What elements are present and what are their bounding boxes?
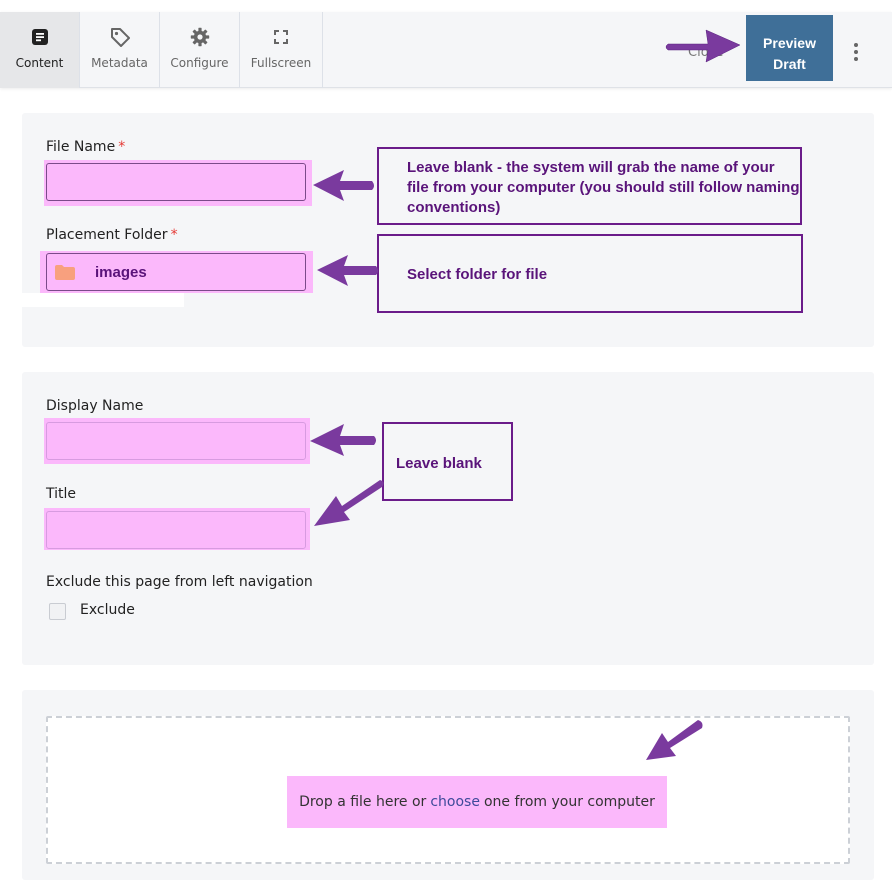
tab-content[interactable]: Content bbox=[0, 12, 80, 88]
callout-file-name: Leave blank - the system will grab the n… bbox=[377, 147, 802, 225]
required-marker: * bbox=[170, 227, 178, 243]
tag-icon bbox=[109, 26, 131, 48]
tab-configure[interactable]: Configure bbox=[160, 12, 240, 88]
fullscreen-icon bbox=[273, 26, 289, 48]
gear-icon bbox=[190, 26, 210, 48]
file-name-label: File Name * bbox=[46, 139, 126, 155]
folder-value: images bbox=[95, 264, 147, 281]
annotation-arrow-title bbox=[314, 480, 384, 526]
tab-fullscreen[interactable]: Fullscreen bbox=[240, 12, 323, 88]
dropzone-instructions: Drop a file here or choose one from your… bbox=[287, 776, 667, 828]
annotation-arrow-file-name bbox=[313, 170, 374, 201]
annotation-arrow-display-name bbox=[310, 424, 376, 456]
choose-file-link[interactable]: choose bbox=[430, 794, 480, 810]
kebab-menu-icon[interactable] bbox=[848, 40, 864, 64]
title-input[interactable] bbox=[46, 511, 306, 549]
overlay-strip bbox=[8, 293, 184, 307]
annotation-arrow-upload bbox=[646, 720, 703, 760]
tab-label: Fullscreen bbox=[250, 56, 312, 70]
display-name-input[interactable] bbox=[46, 422, 306, 460]
placement-folder-picker[interactable]: images bbox=[46, 253, 306, 291]
preview-draft-button[interactable]: Preview Draft bbox=[746, 15, 833, 81]
callout-display-title: Leave blank bbox=[382, 422, 513, 501]
tab-label: Configure bbox=[170, 56, 229, 70]
page-properties-panel: Display Name Title Exclude this page fro… bbox=[22, 372, 874, 665]
display-name-label: Display Name bbox=[46, 398, 144, 414]
exclude-heading: Exclude this page from left navigation bbox=[46, 574, 313, 590]
tab-metadata[interactable]: Metadata bbox=[80, 12, 160, 88]
annotation-arrow-folder bbox=[317, 255, 378, 286]
annotation-arrow-preview bbox=[665, 29, 741, 63]
file-name-input[interactable] bbox=[46, 163, 306, 201]
draft-label: Draft bbox=[773, 56, 806, 72]
placement-folder-label: Placement Folder * bbox=[46, 227, 178, 243]
preview-label: Preview bbox=[763, 35, 816, 51]
exclude-checkbox[interactable] bbox=[49, 603, 66, 620]
tab-label: Metadata bbox=[91, 56, 148, 70]
editor-toolbar: Content Metadata Configure Fullscreen Cl… bbox=[0, 12, 892, 88]
file-dropzone[interactable]: Drop a file here or choose one from your… bbox=[46, 716, 850, 864]
folder-icon bbox=[55, 265, 75, 284]
callout-folder: Select folder for file bbox=[377, 234, 803, 313]
document-icon bbox=[31, 26, 49, 48]
tab-label: Content bbox=[15, 56, 64, 70]
title-label: Title bbox=[46, 486, 77, 502]
upload-panel: Drop a file here or choose one from your… bbox=[22, 690, 874, 880]
exclude-checkbox-label[interactable]: Exclude bbox=[80, 602, 135, 618]
required-marker: * bbox=[118, 139, 126, 155]
